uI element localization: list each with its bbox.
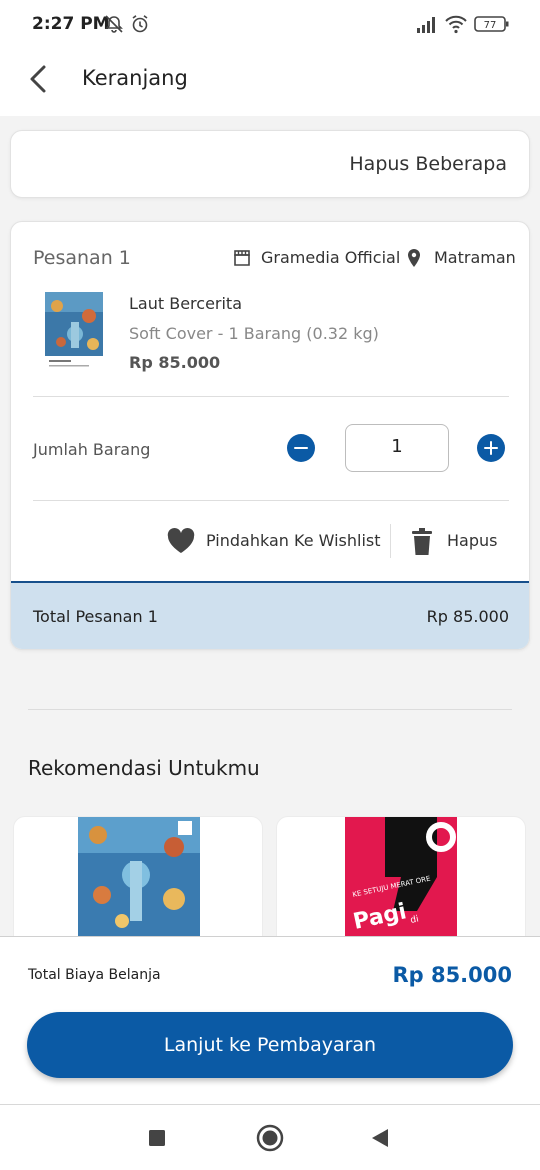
store-location: Matraman (434, 248, 516, 267)
store-name: Gramedia Official (261, 248, 401, 267)
status-time: 2:27 PM (32, 14, 110, 34)
grand-total-label: Total Biaya Belanja (28, 967, 161, 983)
book-price: Rp 85.000 (129, 353, 221, 372)
bulk-delete-card: Hapus Beberapa (10, 130, 530, 198)
store-icon (234, 250, 250, 266)
order-card: Pesanan 1 Gramedia Official Matraman Lau… (10, 221, 530, 650)
order-total-label: Total Pesanan 1 (33, 607, 158, 626)
proceed-to-payment-button[interactable]: Lanjut ke Pembayaran (27, 1012, 513, 1078)
order-title: Pesanan 1 (33, 247, 131, 269)
page-title: Keranjang (82, 66, 188, 90)
recommendation-card[interactable]: KE SETUJU MERAT ORE Pagi di (276, 816, 526, 956)
book-title[interactable]: Laut Bercerita (129, 294, 242, 313)
move-to-wishlist-button[interactable]: Pindahkan Ke Wishlist (206, 531, 381, 550)
back-arrow-icon[interactable] (24, 62, 54, 96)
divider (390, 524, 391, 558)
increase-quantity-button[interactable] (477, 434, 505, 462)
recommendation-cover-image (78, 817, 200, 939)
grand-total-value: Rp 85.000 (392, 963, 512, 987)
divider (33, 396, 509, 397)
decrease-quantity-button[interactable] (287, 434, 315, 462)
nav-home-icon[interactable] (256, 1124, 284, 1152)
recommendation-cover-image: KE SETUJU MERAT ORE Pagi di (345, 817, 457, 939)
delete-item-button[interactable]: Hapus (447, 531, 497, 550)
app-bar: Keranjang (0, 48, 540, 116)
heart-icon[interactable] (167, 528, 195, 554)
delete-multiple-button[interactable]: Hapus Beberapa (349, 153, 507, 175)
divider (33, 500, 509, 501)
battery-level: 77 (484, 20, 497, 31)
signal-icon (417, 17, 435, 33)
location-pin-icon (408, 249, 420, 267)
nav-recents-icon[interactable] (148, 1129, 166, 1147)
quantity-label: Jumlah Barang (33, 440, 151, 459)
order-total-bar: Total Pesanan 1 Rp 85.000 (11, 581, 529, 649)
recommendations-title: Rekomendasi Untukmu (28, 756, 260, 780)
recommendation-card[interactable] (13, 816, 263, 956)
status-bar: 2:27 PM 77 (0, 0, 540, 48)
book-cover-image (45, 292, 103, 372)
nav-back-icon[interactable] (370, 1128, 390, 1148)
system-nav-bar (0, 1104, 540, 1170)
wifi-icon (445, 15, 467, 34)
alarm-icon (132, 15, 148, 33)
book-variant: Soft Cover - 1 Barang (0.32 kg) (129, 324, 379, 343)
checkout-bar: Total Biaya Belanja Rp 85.000 Lanjut ke … (0, 936, 540, 1104)
trash-icon[interactable] (411, 528, 433, 556)
section-divider (28, 709, 512, 710)
notifications-off-icon (105, 15, 123, 33)
quantity-input[interactable]: 1 (345, 424, 449, 472)
battery-icon: 77 (474, 16, 509, 32)
order-total-value: Rp 85.000 (426, 607, 509, 626)
